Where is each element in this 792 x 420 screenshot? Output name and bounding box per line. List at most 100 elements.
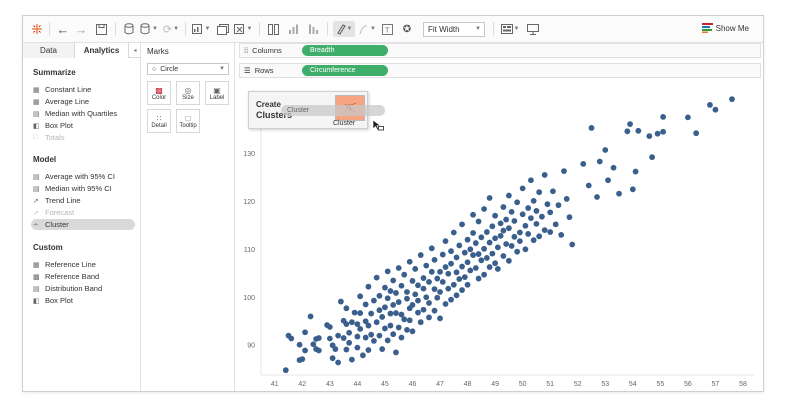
analytics-item-reference-line[interactable]: ▦ Reference Line [33, 259, 137, 270]
data-point[interactable] [561, 168, 567, 175]
sort-ascending-icon[interactable] [285, 21, 301, 37]
data-point[interactable] [494, 244, 501, 251]
data-point[interactable] [511, 233, 518, 240]
data-point[interactable] [547, 209, 554, 216]
data-point[interactable] [354, 333, 361, 340]
pin-icon[interactable]: ✪ [399, 21, 415, 37]
analytics-item-average-ci[interactable]: ▤ Average with 95% CI [33, 171, 137, 182]
data-point[interactable] [379, 346, 386, 352]
data-point[interactable] [437, 315, 443, 322]
data-point[interactable] [409, 328, 416, 335]
data-point[interactable] [437, 289, 443, 295]
data-point[interactable] [489, 250, 496, 257]
data-point[interactable] [486, 264, 493, 270]
data-point[interactable] [467, 246, 474, 253]
save-icon[interactable] [93, 21, 109, 37]
data-point[interactable] [461, 274, 468, 281]
data-point[interactable] [481, 206, 487, 212]
data-point[interactable] [729, 96, 735, 103]
data-point[interactable] [382, 325, 388, 332]
data-point[interactable] [511, 218, 518, 224]
data-point[interactable] [332, 346, 339, 352]
data-point[interactable] [357, 310, 364, 316]
data-point[interactable] [464, 281, 471, 288]
data-point[interactable] [489, 223, 496, 230]
data-point[interactable] [516, 229, 523, 236]
data-point[interactable] [445, 270, 452, 277]
data-point[interactable] [365, 322, 372, 329]
data-point[interactable] [528, 215, 534, 222]
sort-descending-icon[interactable] [305, 21, 321, 37]
group-icon[interactable]: ▼ [357, 21, 377, 37]
data-point[interactable] [315, 347, 322, 354]
data-point[interactable] [404, 326, 410, 333]
data-point[interactable] [302, 329, 308, 336]
data-point[interactable] [348, 319, 355, 326]
data-point[interactable] [384, 337, 391, 344]
data-point[interactable] [629, 186, 636, 193]
data-point[interactable] [610, 164, 617, 171]
data-point[interactable] [500, 227, 507, 234]
highlight-icon[interactable]: ▼ [333, 21, 355, 37]
mark-card-detail[interactable]: ∷ Detail [147, 109, 171, 133]
data-point[interactable] [426, 279, 432, 285]
data-point[interactable] [357, 293, 364, 300]
data-point[interactable] [693, 130, 700, 137]
data-point[interactable] [439, 279, 446, 285]
data-point[interactable] [434, 275, 441, 282]
data-point[interactable] [384, 295, 391, 302]
data-point[interactable] [428, 245, 435, 252]
data-point[interactable] [354, 344, 361, 351]
data-point[interactable] [302, 347, 308, 354]
data-point[interactable] [594, 194, 600, 200]
new-sheet-icon[interactable]: ▼ [191, 21, 211, 37]
data-point[interactable] [404, 295, 410, 302]
data-point[interactable] [409, 302, 416, 308]
refresh-icon[interactable]: ⟳ ▼ [161, 21, 181, 37]
data-point[interactable] [368, 331, 375, 338]
data-point[interactable] [486, 239, 493, 246]
data-point[interactable] [299, 356, 306, 363]
data-point[interactable] [541, 227, 548, 234]
data-point[interactable] [442, 301, 449, 307]
analytics-item-box-plot[interactable]: ◧ Box Plot [33, 120, 137, 131]
fit-width-select[interactable]: Fit Width ▼ [423, 22, 485, 37]
data-point[interactable] [368, 310, 375, 317]
show-me-button[interactable]: Show Me [701, 23, 749, 33]
data-point[interactable] [406, 258, 413, 265]
data-point[interactable] [514, 199, 521, 206]
undo-icon[interactable]: ← [55, 21, 71, 37]
data-point[interactable] [461, 249, 468, 256]
tab-analytics[interactable]: Analytics [75, 43, 129, 58]
data-point[interactable] [340, 335, 347, 341]
data-point[interactable] [660, 114, 667, 120]
data-point[interactable] [635, 127, 642, 134]
data-point[interactable] [346, 339, 353, 346]
data-point[interactable] [519, 185, 526, 192]
data-point[interactable] [492, 235, 499, 242]
data-point[interactable] [550, 188, 556, 195]
data-point[interactable] [387, 288, 394, 294]
data-point[interactable] [492, 260, 499, 267]
data-point[interactable] [459, 221, 465, 228]
redo-icon[interactable]: → [73, 21, 89, 37]
data-point[interactable] [456, 242, 463, 249]
data-point[interactable] [707, 102, 713, 108]
data-point[interactable] [404, 289, 410, 295]
data-point[interactable] [387, 310, 394, 317]
rows-pill[interactable]: Circumference [302, 65, 388, 76]
data-point[interactable] [442, 238, 449, 245]
data-point[interactable] [478, 234, 485, 241]
data-point[interactable] [602, 147, 609, 153]
data-point[interactable] [282, 367, 289, 374]
data-point[interactable] [472, 265, 479, 271]
data-point[interactable] [525, 231, 532, 237]
presentation-icon[interactable] [525, 21, 541, 37]
analytics-item-median-quartiles[interactable]: ▤ Median with Quartiles [33, 108, 137, 119]
data-point[interactable] [376, 307, 383, 314]
data-point[interactable] [343, 346, 350, 353]
data-point[interactable] [585, 182, 592, 189]
data-point[interactable] [362, 301, 369, 308]
data-point[interactable] [552, 221, 559, 228]
data-point[interactable] [348, 356, 355, 363]
